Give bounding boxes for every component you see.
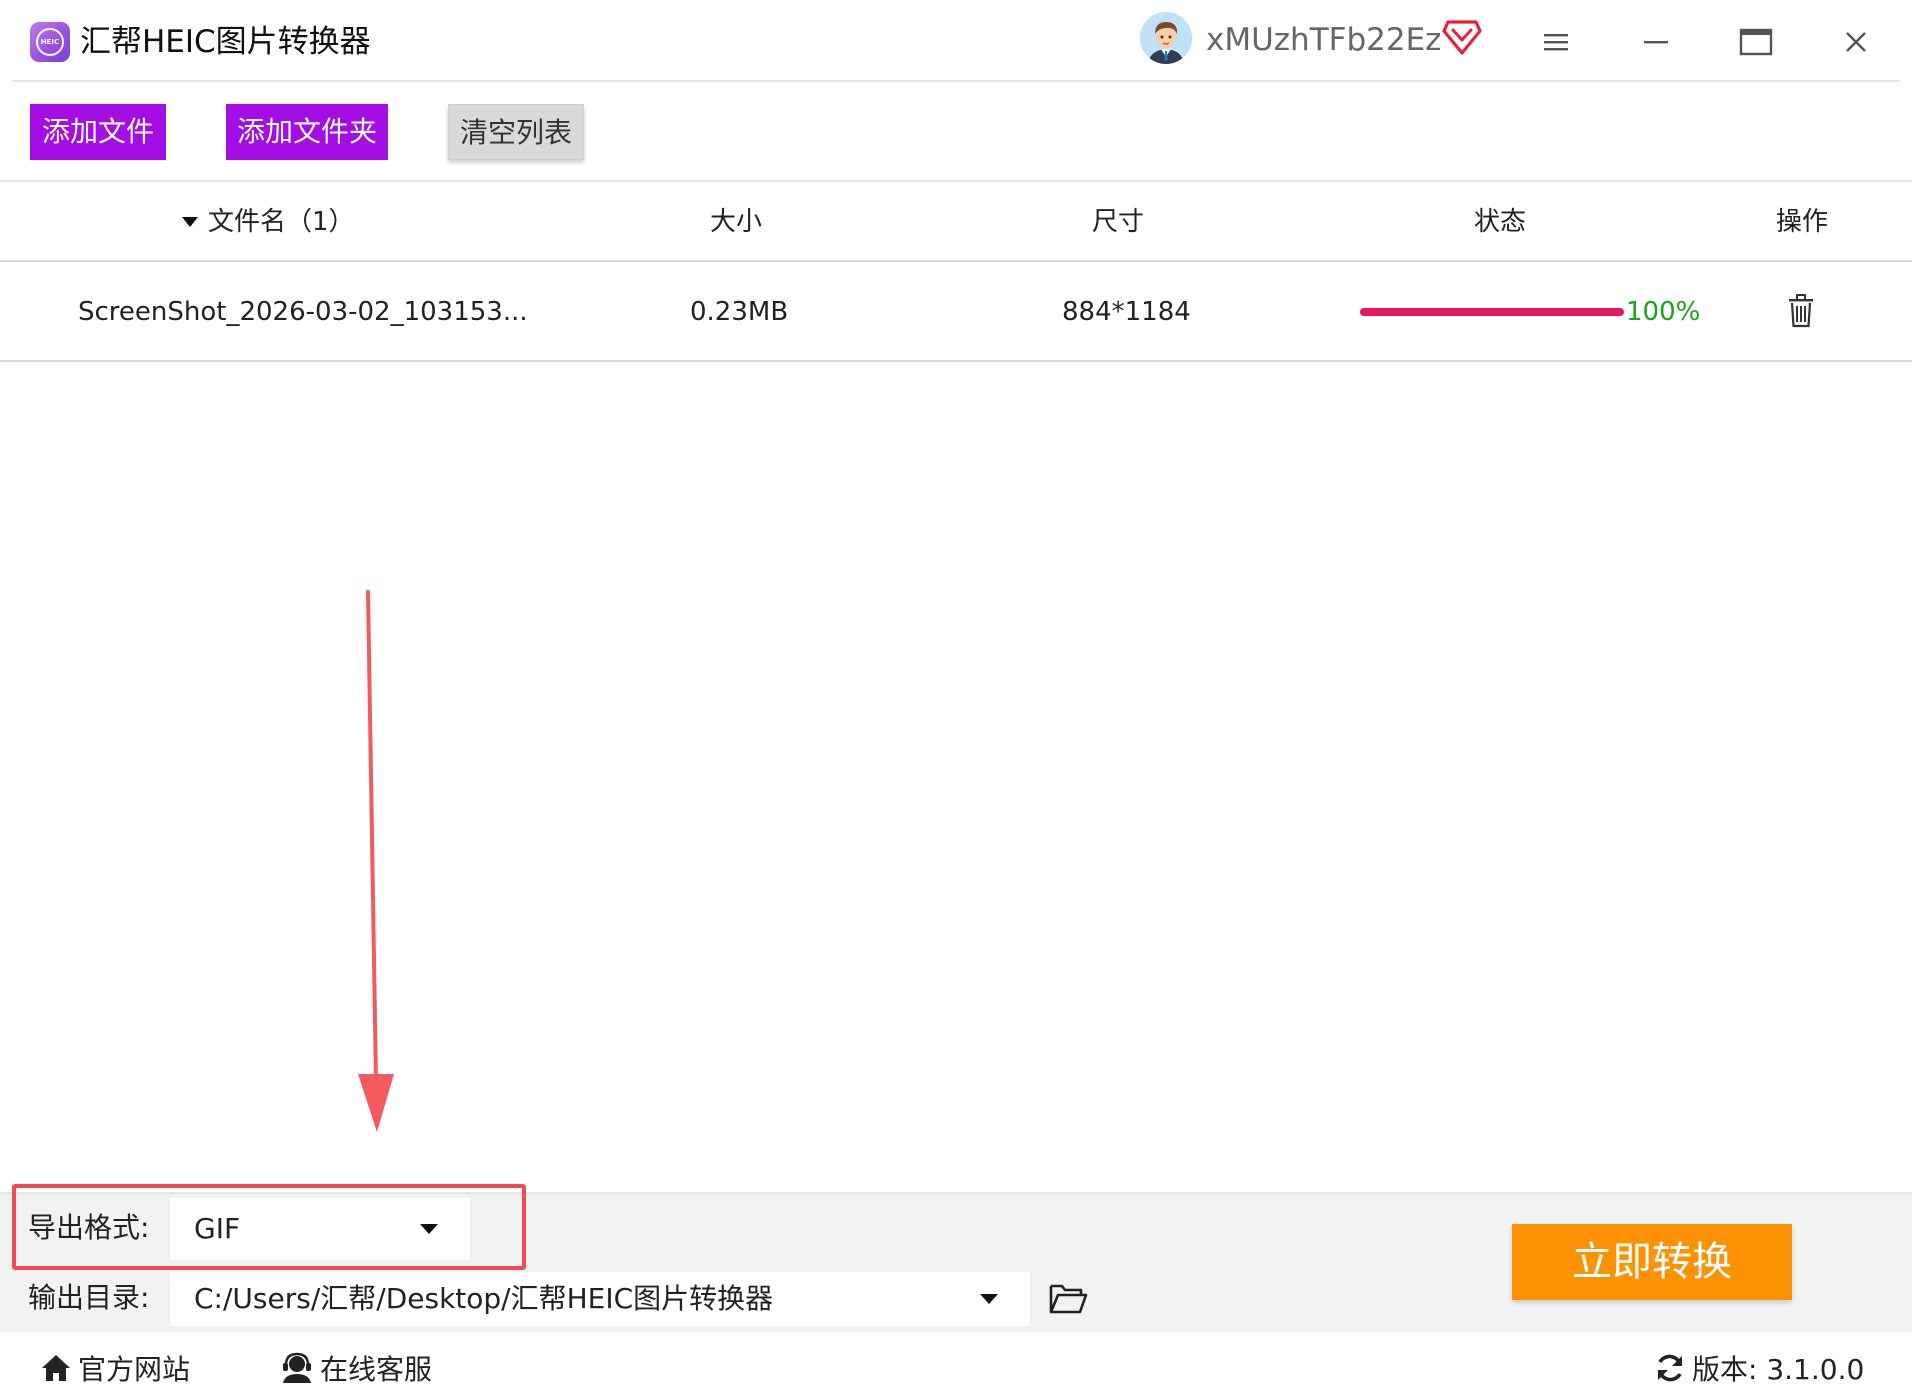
maximize-icon[interactable] <box>1734 20 1778 64</box>
convert-now-button[interactable]: 立即转换 <box>1512 1224 1792 1300</box>
column-header-status: 状态 <box>1474 207 1527 237</box>
output-directory-label: 输出目录: <box>28 1281 150 1314</box>
version-label: 版本: 3.1.0.0 <box>1692 1353 1865 1386</box>
column-header-size: 大小 <box>710 207 763 237</box>
online-support-link[interactable]: 在线客服 <box>280 1346 432 1390</box>
version-info: 版本: 3.1.0.0 <box>1654 1346 1864 1390</box>
annotation-highlight-box <box>12 1184 526 1270</box>
column-header-action: 操作 <box>1776 207 1829 237</box>
file-dimensions-cell: 884*1184 <box>1062 297 1191 327</box>
online-support-label: 在线客服 <box>320 1353 433 1386</box>
vip-diamond-icon[interactable] <box>1442 18 1482 56</box>
logo-text: HEIC <box>36 28 64 56</box>
output-directory-value: C:/Users/汇帮/Desktop/汇帮HEIC图片转换器 <box>194 1282 774 1315</box>
heic-logo-icon: HEIC <box>30 22 70 62</box>
title-divider <box>12 80 1900 82</box>
column-header-dimensions: 尺寸 <box>1092 207 1145 237</box>
headset-user-icon <box>283 1352 311 1383</box>
official-website-link[interactable]: 官方网站 <box>40 1346 190 1390</box>
official-website-label: 官方网站 <box>78 1353 191 1386</box>
add-folder-button[interactable]: 添加文件夹 <box>226 104 388 160</box>
progress-bar <box>1360 308 1624 316</box>
chevron-down-icon <box>980 1294 998 1304</box>
home-icon <box>42 1355 70 1381</box>
close-icon[interactable] <box>1834 20 1878 64</box>
column-header-filename-label: 文件名（1） <box>208 207 355 237</box>
progress-fill <box>1360 308 1624 316</box>
add-file-button[interactable]: 添加文件 <box>30 104 166 160</box>
menu-icon[interactable] <box>1534 20 1578 64</box>
file-size-cell: 0.23MB <box>690 297 789 327</box>
table-row-divider <box>0 360 1912 362</box>
clear-list-button[interactable]: 清空列表 <box>448 104 584 160</box>
refresh-icon <box>1658 1354 1682 1382</box>
minimize-icon[interactable] <box>1634 20 1678 64</box>
username: xMUzhTFb22Ez <box>1206 22 1442 58</box>
user-avatar[interactable] <box>1140 12 1192 64</box>
output-directory-dropdown[interactable]: C:/Users/汇帮/Desktop/汇帮HEIC图片转换器 <box>170 1272 1030 1326</box>
column-header-filename[interactable]: 文件名（1） <box>182 200 355 244</box>
table-top-border <box>0 180 1912 182</box>
folder-open-icon[interactable] <box>1048 1280 1088 1316</box>
file-name-cell: ScreenShot_2026-03-02_103153... <box>78 297 528 327</box>
table-header-divider <box>0 260 1912 262</box>
app-title: 汇帮HEIC图片转换器 <box>80 24 371 60</box>
annotation-arrow <box>340 590 420 1140</box>
progress-percent: 100% <box>1626 297 1701 327</box>
trash-icon[interactable] <box>1786 294 1816 328</box>
sort-caret-icon <box>182 217 198 227</box>
